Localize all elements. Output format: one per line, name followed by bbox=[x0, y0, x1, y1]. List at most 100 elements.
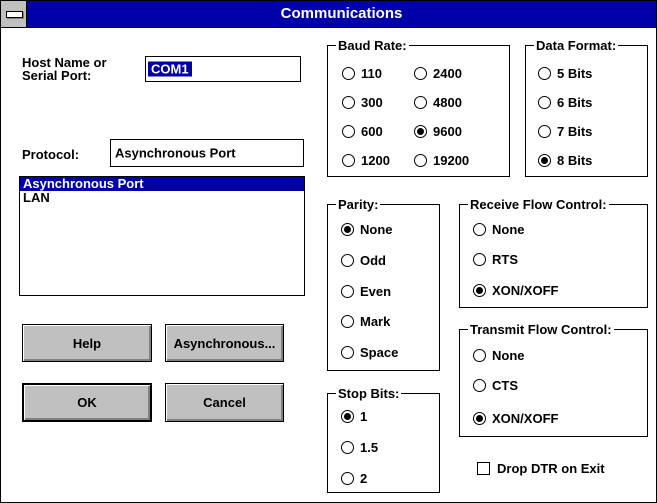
radio-icon bbox=[473, 411, 486, 425]
radio-icon bbox=[538, 95, 551, 109]
radio-icon bbox=[342, 66, 355, 80]
receive-flow-title: Receive Flow Control: bbox=[468, 197, 609, 212]
baud-rate-option[interactable]: 9600 bbox=[414, 121, 462, 141]
receive-flow-option[interactable]: XON/XOFF bbox=[473, 280, 558, 300]
stop-bits-option[interactable]: 2 bbox=[341, 468, 367, 488]
transmit-flow-option[interactable]: XON/XOFF bbox=[473, 408, 558, 428]
system-menu-icon bbox=[6, 11, 23, 18]
data-format-option[interactable]: 5 Bits bbox=[538, 63, 592, 83]
radio-icon bbox=[342, 153, 355, 167]
protocol-field: Asynchronous Port bbox=[110, 139, 304, 167]
transmit-flow-option-label: None bbox=[492, 347, 525, 363]
parity-option[interactable]: Even bbox=[341, 281, 391, 301]
radio-icon bbox=[341, 222, 354, 236]
data-format-option[interactable]: 7 Bits bbox=[538, 121, 592, 141]
stop-bits-title: Stop Bits: bbox=[336, 386, 402, 401]
radio-icon bbox=[473, 252, 486, 266]
radio-icon bbox=[473, 222, 486, 236]
transmit-flow-option-label: XON/XOFF bbox=[492, 410, 559, 426]
baud-rate-option[interactable]: 600 bbox=[342, 121, 383, 141]
radio-icon bbox=[473, 348, 486, 362]
radio-icon bbox=[414, 124, 427, 138]
data-format-option-label: 7 Bits bbox=[557, 123, 593, 139]
protocol-list-item[interactable]: Asynchronous Port bbox=[20, 177, 304, 191]
radio-icon bbox=[341, 345, 354, 359]
drop-dtr-checkbox[interactable]: Drop DTR on Exit bbox=[477, 458, 605, 478]
radio-icon bbox=[473, 283, 486, 297]
parity-group: Parity: None Odd Even Mark Space bbox=[327, 197, 440, 371]
baud-rate-option[interactable]: 2400 bbox=[414, 63, 462, 83]
baud-rate-option-label: 19200 bbox=[433, 152, 470, 168]
receive-flow-option-label: None bbox=[492, 221, 525, 237]
cancel-button[interactable]: Cancel bbox=[165, 383, 284, 422]
transmit-flow-title: Transmit Flow Control: bbox=[468, 322, 614, 337]
baud-rate-title: Baud Rate: bbox=[336, 38, 409, 53]
baud-rate-option-label: 110 bbox=[361, 65, 382, 81]
radio-icon bbox=[414, 66, 427, 80]
parity-title: Parity: bbox=[336, 197, 381, 212]
data-format-option-label: 5 Bits bbox=[557, 65, 593, 81]
baud-rate-option-label: 2400 bbox=[433, 65, 462, 81]
data-format-option[interactable]: 6 Bits bbox=[538, 92, 592, 112]
radio-icon bbox=[341, 409, 354, 423]
window-title: Communications bbox=[280, 5, 403, 22]
parity-option-label: Mark bbox=[360, 313, 391, 329]
baud-rate-option[interactable]: 4800 bbox=[414, 92, 462, 112]
radio-icon bbox=[342, 124, 355, 138]
receive-flow-group: Receive Flow Control: None RTS XON/XOFF bbox=[459, 197, 648, 308]
transmit-flow-option-label: CTS bbox=[492, 377, 518, 393]
stop-bits-option-label: 1.5 bbox=[360, 439, 379, 455]
system-menu-button[interactable] bbox=[1, 1, 27, 27]
baud-rate-group: Baud Rate: 110 300 600 1200 2400 4800 9600 1920… bbox=[327, 38, 510, 177]
parity-option[interactable]: None bbox=[341, 219, 393, 239]
parity-option[interactable]: Space bbox=[341, 342, 398, 362]
stop-bits-group: Stop Bits: 1 1.5 2 bbox=[327, 386, 440, 493]
parity-option[interactable]: Mark bbox=[341, 311, 390, 331]
radio-icon bbox=[341, 314, 354, 328]
data-format-option[interactable]: 8 Bits bbox=[538, 150, 592, 170]
baud-rate-option[interactable]: 110 bbox=[342, 63, 382, 83]
parity-option[interactable]: Odd bbox=[341, 250, 386, 270]
radio-icon bbox=[538, 124, 551, 138]
baud-rate-option[interactable]: 300 bbox=[342, 92, 383, 112]
radio-icon bbox=[341, 440, 354, 454]
drop-dtr-label: Drop DTR on Exit bbox=[497, 460, 605, 476]
radio-icon bbox=[341, 253, 354, 267]
stop-bits-option-label: 1 bbox=[360, 408, 368, 424]
protocol-list[interactable]: Asynchronous Port LAN bbox=[19, 176, 305, 296]
stop-bits-option[interactable]: 1.5 bbox=[341, 437, 378, 457]
radio-icon bbox=[341, 471, 354, 485]
baud-rate-option-label: 300 bbox=[361, 94, 383, 110]
radio-icon bbox=[538, 153, 551, 167]
baud-rate-option[interactable]: 1200 bbox=[342, 150, 390, 170]
data-format-option-label: 8 Bits bbox=[557, 152, 593, 168]
transmit-flow-group: Transmit Flow Control: None CTS XON/XOFF bbox=[459, 322, 648, 437]
data-format-option-label: 6 Bits bbox=[557, 94, 593, 110]
receive-flow-option[interactable]: RTS bbox=[473, 249, 518, 269]
protocol-label: Protocol: bbox=[22, 147, 80, 162]
radio-icon bbox=[473, 378, 486, 392]
baud-rate-option-label: 600 bbox=[361, 123, 383, 139]
transmit-flow-option[interactable]: CTS bbox=[473, 375, 518, 395]
stop-bits-option[interactable]: 1 bbox=[341, 406, 367, 426]
host-input[interactable]: COM1 bbox=[145, 56, 301, 82]
asynchronous-button[interactable]: Asynchronous... bbox=[165, 324, 284, 362]
host-label-line2: Serial Port: bbox=[22, 68, 92, 83]
receive-flow-option-label: XON/XOFF bbox=[492, 282, 559, 298]
receive-flow-option-label: RTS bbox=[492, 251, 518, 267]
help-button[interactable]: Help bbox=[22, 324, 152, 362]
protocol-list-item[interactable]: LAN bbox=[20, 191, 304, 205]
ok-button[interactable]: OK bbox=[22, 383, 152, 422]
data-format-group: Data Format: 5 Bits 6 Bits 7 Bits 8 Bits bbox=[525, 38, 648, 177]
parity-option-label: Space bbox=[360, 344, 399, 360]
communications-dialog: Communications Host Name or Serial Port:… bbox=[0, 0, 657, 503]
stop-bits-option-label: 2 bbox=[360, 470, 368, 486]
data-format-title: Data Format: bbox=[534, 38, 619, 53]
receive-flow-option[interactable]: None bbox=[473, 219, 525, 239]
radio-icon bbox=[341, 284, 354, 298]
transmit-flow-option[interactable]: None bbox=[473, 345, 525, 365]
baud-rate-option-label: 1200 bbox=[361, 152, 390, 168]
title-bar[interactable]: Communications bbox=[1, 1, 656, 28]
host-input-value: COM1 bbox=[148, 61, 192, 77]
baud-rate-option[interactable]: 19200 bbox=[414, 150, 469, 170]
